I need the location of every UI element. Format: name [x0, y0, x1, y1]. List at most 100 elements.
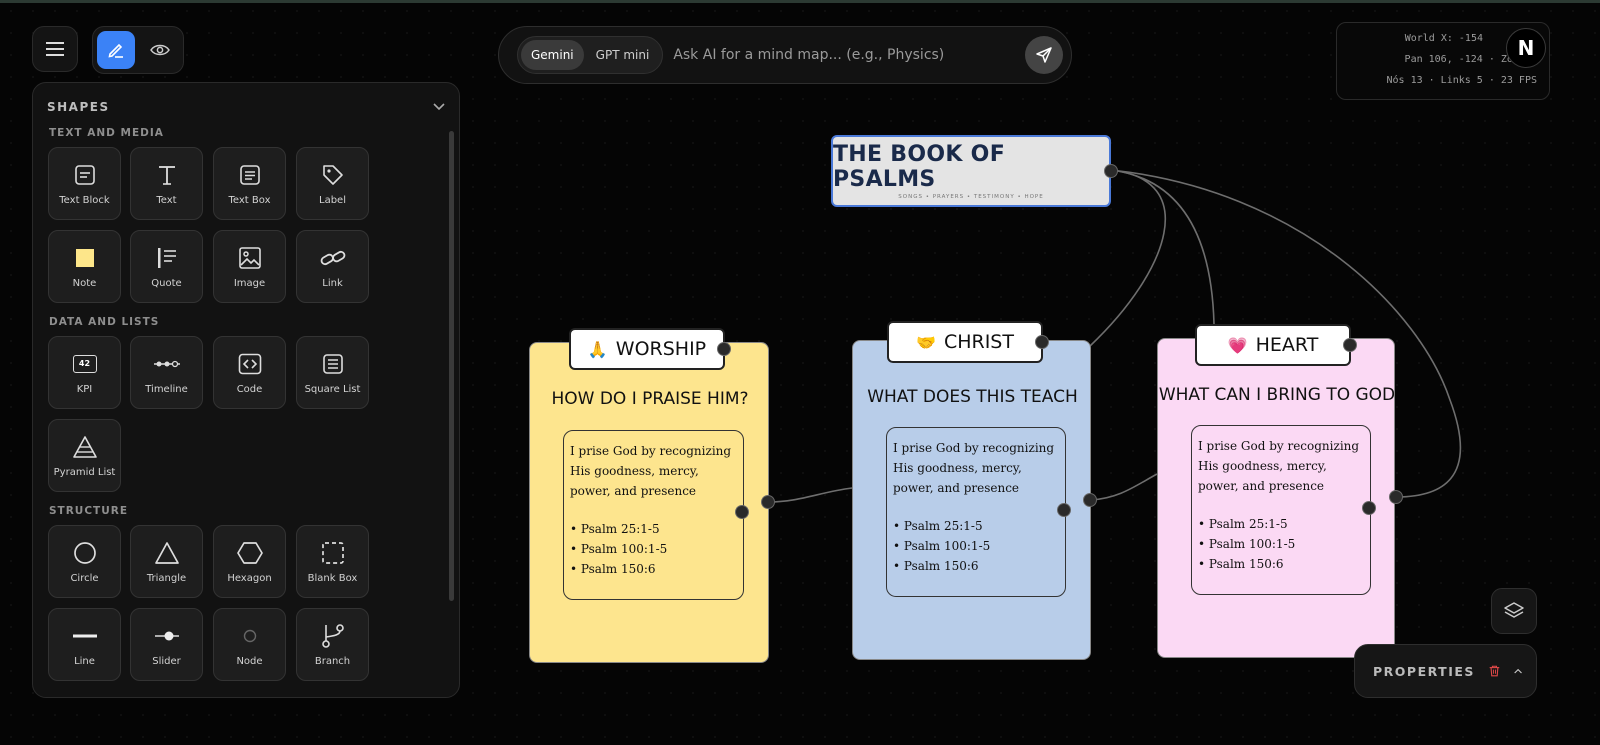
card-body[interactable]: I prise God by recognizing His goodness,… [563, 430, 744, 600]
ai-prompt-input[interactable] [673, 47, 1025, 63]
chevron-down-icon[interactable] [433, 103, 445, 111]
christ-body-handle[interactable] [1057, 503, 1071, 517]
card-christ[interactable]: WHAT DOES THIS TEACH I prise God by reco… [852, 340, 1091, 660]
christ-tab-handle[interactable] [1035, 335, 1049, 349]
text-box-icon [239, 164, 260, 185]
square-list-icon [322, 353, 343, 374]
shape-text-box[interactable]: Text Box [213, 147, 286, 220]
circle-icon [73, 541, 96, 564]
chevron-up-icon[interactable] [1514, 667, 1522, 675]
card-body-text: I prise God by recognizing His goodness,… [893, 441, 1055, 495]
section-title-data-lists: DATA AND LISTS [49, 316, 160, 328]
shape-triangle[interactable]: Triangle [130, 525, 203, 598]
shape-quote[interactable]: Quote [130, 230, 203, 303]
card-question: WHAT DOES THIS TEACH [867, 387, 1078, 407]
properties-label: PROPERTIES [1373, 663, 1475, 679]
shape-label: Slider [152, 655, 181, 667]
tag-icon [322, 164, 343, 185]
worship-tab-handle[interactable] [717, 342, 731, 356]
card-worship[interactable]: HOW DO I PRAISE HIM? I prise God by reco… [529, 342, 769, 663]
shape-label: Hexagon [227, 572, 272, 584]
worship-body-handle[interactable] [735, 505, 749, 519]
shape-slider[interactable]: Slider [130, 608, 203, 681]
note-icon [75, 248, 94, 267]
worship-card-handle[interactable] [761, 495, 775, 509]
properties-panel[interactable]: PROPERTIES [1354, 644, 1537, 698]
shape-kpi[interactable]: 42 KPI [48, 336, 121, 409]
title-node[interactable]: THE BOOK OF PSALMS SONGS • PRAYERS • TES… [831, 135, 1111, 207]
heart-body-handle[interactable] [1362, 501, 1376, 515]
shape-label: Text [156, 194, 177, 206]
shape-label: Text Box [228, 194, 271, 206]
title-node-subtitle: SONGS • PRAYERS • TESTIMONY • HOPE [898, 194, 1044, 200]
shape-note[interactable]: Note [48, 230, 121, 303]
shape-hexagon[interactable]: Hexagon [213, 525, 286, 598]
ai-prompt-bar: Gemini GPT mini [498, 26, 1072, 84]
shape-label: Timeline [145, 383, 188, 395]
shape-code[interactable]: Code [213, 336, 286, 409]
text-icon [158, 165, 175, 185]
send-button[interactable] [1025, 36, 1063, 74]
shape-label: Note [72, 277, 97, 289]
pen-icon [108, 43, 123, 58]
shape-label: Text Block [59, 194, 110, 206]
shape-pyramid-list[interactable]: Pyramid List [48, 419, 121, 492]
model-option-gemini[interactable]: Gemini [521, 40, 584, 70]
blank-box-icon [321, 541, 344, 564]
shape-text[interactable]: Text [130, 147, 203, 220]
card-bullet: • Psalm 150:6 [1198, 557, 1284, 571]
code-icon [238, 353, 261, 374]
card-question: WHAT CAN I BRING TO GOD [1158, 385, 1395, 405]
shape-blank-box[interactable]: Blank Box [296, 525, 369, 598]
section-title-text-media: TEXT AND MEDIA [49, 127, 164, 139]
card-tab-christ[interactable]: 🤝 CHRIST [887, 321, 1043, 363]
shape-line[interactable]: Line [48, 608, 121, 681]
shape-label: Image [233, 277, 266, 289]
card-heart[interactable]: WHAT CAN I BRING TO GOD I prise God by r… [1157, 338, 1395, 658]
mode-toggle [92, 26, 184, 74]
card-tab-worship[interactable]: 🙏 WORSHIP [569, 328, 725, 370]
menu-button[interactable] [32, 26, 78, 72]
praying-hands-icon: 🙏 [587, 339, 608, 359]
heart-tab-handle[interactable] [1343, 338, 1357, 352]
card-tab-heart[interactable]: 💗 HEART [1195, 324, 1351, 366]
branch-icon [321, 623, 344, 648]
model-option-gpt-mini[interactable]: GPT mini [586, 40, 660, 70]
text-block-icon [74, 164, 95, 185]
shape-link[interactable]: Link [296, 230, 369, 303]
layers-icon [1504, 602, 1524, 618]
hexagon-icon [236, 541, 263, 564]
shapes-panel: SHAPES TEXT AND MEDIA Text Block Text Te… [32, 82, 460, 698]
edit-mode-button[interactable] [97, 31, 135, 69]
card-bullet: • Psalm 25:1-5 [893, 519, 983, 533]
app-logo[interactable]: N [1506, 28, 1546, 68]
card-body-text: I prise God by recognizing His goodness,… [1198, 439, 1360, 493]
shape-label: KPI [76, 383, 93, 395]
shape-image[interactable]: Image [213, 230, 286, 303]
view-mode-button[interactable] [141, 31, 179, 69]
layers-button[interactable] [1491, 588, 1537, 634]
christ-card-handle[interactable] [1083, 493, 1097, 507]
card-body[interactable]: I prise God by recognizing His goodness,… [886, 427, 1066, 597]
shape-circle[interactable]: Circle [48, 525, 121, 598]
shape-text-block[interactable]: Text Block [48, 147, 121, 220]
title-node-text: THE BOOK OF PSALMS [833, 142, 1006, 192]
shape-timeline[interactable]: Timeline [130, 336, 203, 409]
shapes-scrollbar[interactable] [449, 131, 454, 601]
card-tab-label: WORSHIP [615, 338, 707, 360]
trash-icon[interactable] [1489, 662, 1500, 680]
card-bullet: • Psalm 25:1-5 [570, 522, 660, 536]
card-body[interactable]: I prise God by recognizing His goodness,… [1191, 425, 1371, 595]
line-icon [72, 634, 97, 637]
card-question: HOW DO I PRAISE HIM? [551, 389, 749, 409]
shape-label-tag[interactable]: Label [296, 147, 369, 220]
card-bullet: • Psalm 150:6 [893, 559, 979, 573]
handshake-icon: 🤝 [916, 332, 936, 352]
shape-branch[interactable]: Branch [296, 608, 369, 681]
shape-node[interactable]: Node [213, 608, 286, 681]
shape-square-list[interactable]: Square List [296, 336, 369, 409]
card-bullet: • Psalm 100:1-5 [1198, 537, 1296, 551]
shape-label: Branch [314, 655, 351, 667]
title-node-handle[interactable] [1104, 164, 1118, 178]
heart-card-handle[interactable] [1389, 490, 1403, 504]
